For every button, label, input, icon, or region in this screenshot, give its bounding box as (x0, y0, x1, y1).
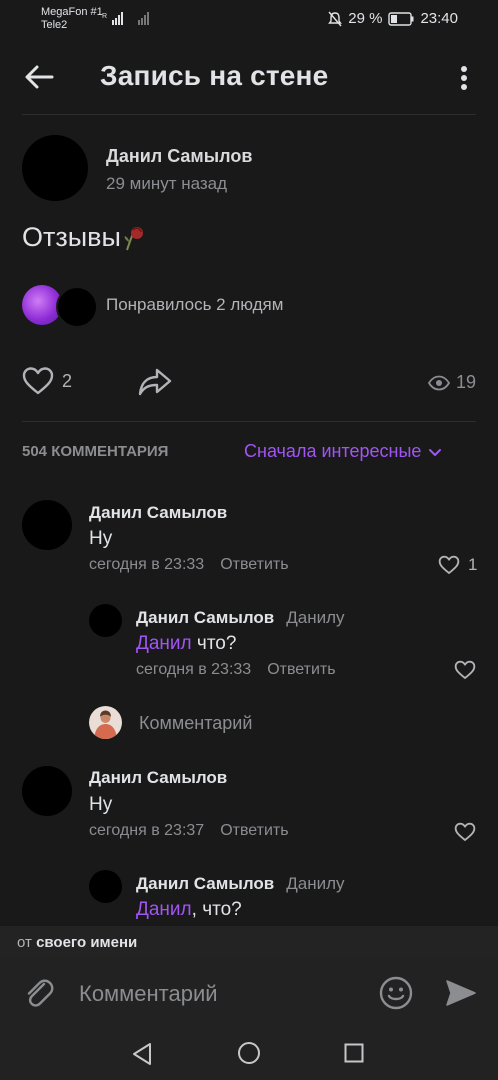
eye-icon (427, 375, 450, 390)
clock: 23:40 (420, 10, 458, 27)
heart-icon (454, 822, 476, 841)
comment-text: Ну (89, 794, 113, 815)
attach-button[interactable] (22, 976, 56, 1015)
header-divider (22, 114, 476, 115)
comment-author[interactable]: Данил Самылов (89, 503, 227, 523)
comment-composer: Комментарий (0, 958, 498, 1030)
heart-icon (438, 555, 460, 574)
post-author-avatar[interactable] (22, 135, 88, 201)
status-bar-right: 29 % 23:40 (328, 10, 458, 27)
liked-by-text[interactable]: Понравилось 2 людям (106, 295, 283, 315)
sort-dropdown[interactable]: Сначала интересные (244, 441, 443, 462)
reply-text: Данил, что? (136, 899, 242, 921)
heart-icon (22, 367, 54, 395)
reply-button[interactable]: Ответить (220, 556, 288, 574)
share-button[interactable] (137, 366, 173, 403)
carrier-2: Tele2 (41, 19, 68, 31)
post-time: 29 минут назад (106, 174, 228, 193)
post-text: Отзывы (22, 222, 121, 252)
nav-recents-button[interactable] (344, 1043, 364, 1068)
mention-link[interactable]: Данил (136, 899, 192, 920)
page-title: Запись на стене (100, 60, 329, 91)
post-as-prefix: от (17, 933, 32, 951)
comment-avatar[interactable] (22, 766, 72, 816)
chevron-down-icon (429, 448, 442, 456)
post-like-button[interactable]: 2 (22, 366, 72, 396)
more-options-button[interactable] (452, 64, 476, 97)
reply-button[interactable]: Ответить (220, 822, 288, 840)
sort-label: Сначала интересные (244, 441, 422, 461)
reply-header: Данил Самылов Данилу (136, 608, 345, 628)
comment-time: сегодня в 23:37 (89, 822, 205, 839)
comment-like-count: 1 (468, 555, 478, 574)
reply-avatar[interactable] (89, 870, 122, 903)
inline-comment-input[interactable]: Комментарий (139, 713, 252, 734)
current-user-avatar (89, 706, 122, 739)
battery-icon (388, 11, 414, 26)
comment-author[interactable]: Данил Самылов (89, 768, 227, 788)
signal-icon: R (102, 10, 154, 31)
comment-meta: сегодня в 23:33 Ответить (89, 556, 289, 574)
share-arrow-icon (138, 368, 172, 396)
liker-avatar-2 (56, 286, 98, 328)
post-views: 19 (427, 372, 476, 393)
reply-avatar[interactable] (89, 604, 122, 637)
reply-text: Данил что? (136, 633, 236, 655)
post-as-name: своего имени (36, 933, 138, 951)
reply-author[interactable]: Данил Самылов (136, 608, 274, 628)
back-button[interactable] (22, 60, 56, 99)
actions-divider (22, 421, 476, 422)
battery-percent: 29 % (348, 10, 383, 27)
reply-body: , что? (191, 899, 242, 920)
post-text-wrap: Отзывы (22, 222, 147, 253)
views-count: 19 (455, 372, 476, 392)
comment-text: Ну (89, 528, 113, 549)
reply-to[interactable]: Данилу (286, 608, 344, 628)
reply-like-button[interactable] (454, 660, 476, 685)
more-vertical-icon (461, 66, 467, 90)
reply-header: Данил Самылов Данилу (136, 874, 345, 894)
svg-text:R: R (102, 13, 107, 20)
smiley-icon (379, 976, 413, 1010)
comment-meta: сегодня в 23:37 Ответить (89, 822, 289, 840)
circle-home-icon (238, 1042, 260, 1064)
post-like-count: 2 (62, 370, 73, 391)
reply-time: сегодня в 23:33 (136, 661, 252, 678)
heart-icon (454, 660, 476, 679)
paperclip-icon (27, 979, 54, 1007)
nav-home-button[interactable] (237, 1041, 261, 1070)
comment-time: сегодня в 23:33 (89, 556, 205, 573)
carrier-1: MegaFon #1 (41, 6, 103, 18)
send-icon (446, 980, 476, 1006)
emoji-button[interactable] (378, 975, 414, 1016)
reply-body: что? (191, 633, 237, 654)
square-recents-icon (344, 1043, 364, 1063)
reply-to[interactable]: Данилу (286, 874, 344, 894)
system-nav-bar (0, 1030, 498, 1080)
comments-count: 504 КОММЕНТАРИЯ (22, 443, 169, 460)
mute-icon (328, 11, 343, 26)
comment-like-button[interactable]: 1 (438, 555, 477, 575)
triangle-back-icon (133, 1043, 151, 1065)
reply-meta: сегодня в 23:33 Ответить (136, 661, 336, 679)
mention-link[interactable]: Данил (136, 633, 192, 654)
arrow-left-icon (25, 65, 54, 89)
status-bar-carriers: MegaFon #1 Tele2 (41, 6, 103, 32)
nav-back-button[interactable] (131, 1042, 153, 1071)
comment-avatar[interactable] (22, 500, 72, 550)
comment-input[interactable]: Комментарий (79, 981, 218, 1007)
wilted-rose-icon (124, 226, 143, 250)
send-button[interactable] (444, 976, 478, 1015)
post-as-selector[interactable]: от своего имени (0, 926, 498, 958)
comment-like-button[interactable] (454, 822, 476, 847)
post-author-name[interactable]: Данил Самылов (106, 146, 252, 167)
reply-button[interactable]: Ответить (267, 661, 335, 679)
reply-author[interactable]: Данил Самылов (136, 874, 274, 894)
